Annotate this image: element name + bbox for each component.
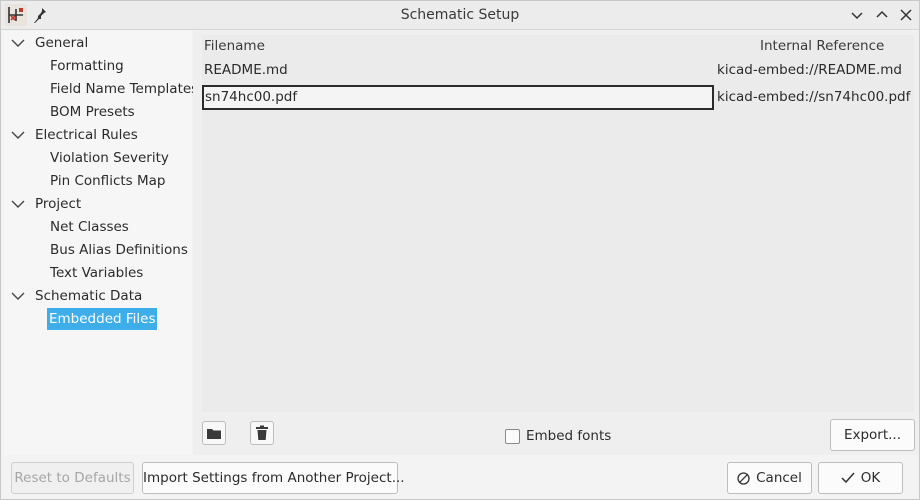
tree-item-violation-severity[interactable]: Violation Severity: [50, 147, 169, 169]
reset-to-defaults-button[interactable]: Reset to Defaults: [11, 462, 134, 494]
chevron-down-icon[interactable]: [11, 124, 25, 146]
tree-category-project[interactable]: Project: [3, 193, 192, 215]
tree-category-label: Project: [35, 196, 82, 212]
tree-item-embedded-files[interactable]: Embedded Files: [47, 308, 158, 330]
chevron-down-icon[interactable]: [11, 285, 25, 307]
chevron-up-icon[interactable]: [874, 7, 890, 23]
embedded-files-panel: Filename Internal Reference README.md ki…: [193, 31, 919, 455]
ok-label: OK: [860, 470, 881, 486]
column-header-filename[interactable]: Filename: [204, 35, 265, 59]
schematic-setup-dialog: Schematic Setup General Formatting Field…: [0, 0, 920, 500]
embed-fonts-label: Embed fonts: [526, 428, 612, 444]
tree-item-bom-presets[interactable]: BOM Presets: [50, 101, 135, 123]
tree-item-field-name-templates[interactable]: Field Name Templates: [50, 78, 198, 100]
import-settings-button[interactable]: Import Settings from Another Project...: [142, 462, 405, 494]
trash-icon: [256, 425, 268, 440]
embedded-files-table[interactable]: Filename Internal Reference README.md ki…: [202, 35, 914, 412]
chevron-down-icon[interactable]: [849, 7, 865, 23]
tree-category-electrical-rules[interactable]: Electrical Rules: [3, 124, 192, 146]
table-cell-filename[interactable]: README.md: [204, 57, 712, 83]
cancel-label: Cancel: [756, 470, 802, 486]
chevron-down-icon[interactable]: [11, 32, 25, 54]
table-cell-filename-selected[interactable]: sn74hc00.pdf: [202, 85, 714, 110]
tree-item-pin-conflicts-map[interactable]: Pin Conflicts Map: [50, 170, 165, 192]
export-button[interactable]: Export...: [830, 419, 915, 451]
embed-fonts-option[interactable]: Embed fonts: [505, 427, 611, 445]
table-cell-reference[interactable]: kicad-embed://sn74hc00.pdf: [717, 84, 914, 110]
tree-item-bus-alias-definitions[interactable]: Bus Alias Definitions: [50, 239, 188, 261]
tree-category-label: Electrical Rules: [35, 127, 138, 143]
embed-fonts-checkbox[interactable]: [505, 428, 520, 444]
delete-file-button[interactable]: [250, 421, 274, 445]
add-file-button[interactable]: [202, 421, 226, 445]
tree-item-text-variables[interactable]: Text Variables: [50, 262, 143, 284]
close-icon[interactable]: [898, 7, 914, 23]
title-bar: Schematic Setup: [1, 1, 919, 30]
checkmark-icon: [841, 472, 855, 484]
chevron-down-icon[interactable]: [11, 193, 25, 215]
tree-category-label: Schematic Data: [35, 288, 143, 304]
window-title: Schematic Setup: [400, 7, 520, 23]
settings-tree: General Formatting Field Name Templates …: [3, 31, 198, 455]
tree-item-formatting[interactable]: Formatting: [50, 55, 124, 77]
cancel-button[interactable]: Cancel: [727, 462, 812, 494]
cancel-icon: [737, 471, 750, 485]
tree-category-schematic-data[interactable]: Schematic Data: [3, 285, 192, 307]
folder-icon: [207, 429, 221, 439]
ok-button[interactable]: OK: [818, 462, 903, 494]
table-cell-reference[interactable]: kicad-embed://README.md: [717, 57, 914, 83]
tree-category-label: General: [35, 35, 89, 51]
tree-item-net-classes[interactable]: Net Classes: [50, 216, 129, 238]
tree-category-general[interactable]: General: [3, 32, 192, 54]
column-header-internal-reference[interactable]: Internal Reference: [760, 35, 884, 59]
